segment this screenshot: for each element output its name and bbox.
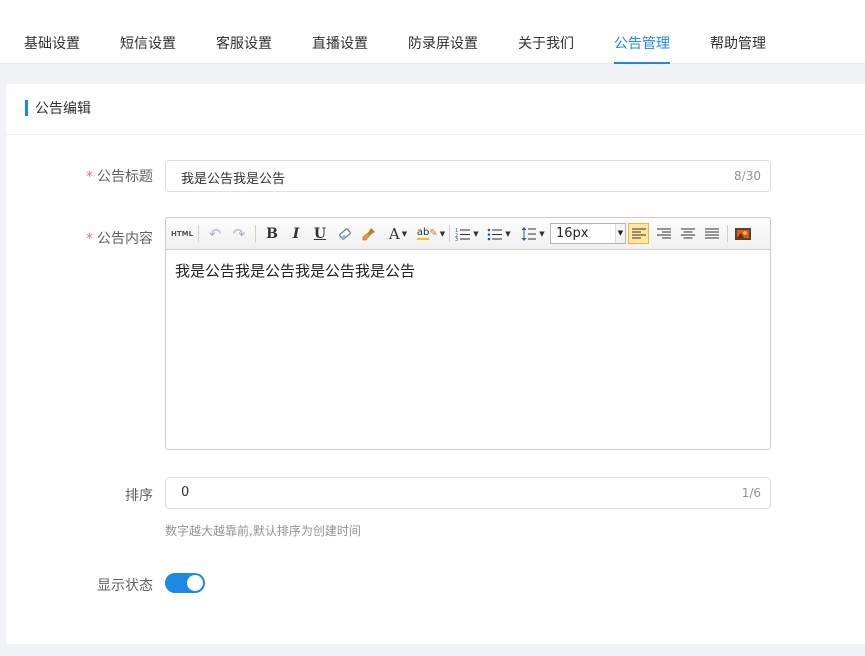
undo-icon[interactable]: ↶ — [206, 223, 224, 244]
tab-about-us[interactable]: 关于我们 — [518, 24, 574, 64]
tab-basic-settings[interactable]: 基础设置 — [24, 24, 80, 64]
announcement-edit-card: 公告编辑 * 公告标题 我是公告我是公告 8/30 * 公告内容 HTML ↶ ↷ … — [6, 84, 865, 644]
settings-tabs: 基础设置 短信设置 客服设置 直播设置 防录屏设置 关于我们 公告管理 帮助管理 — [24, 24, 806, 64]
svg-text:3: 3 — [455, 237, 458, 241]
toolbar-divider — [255, 225, 256, 242]
redo-icon[interactable]: ↷ — [230, 223, 248, 244]
sort-label: 排序 — [125, 488, 153, 504]
title-char-count: 8/30 — [734, 169, 761, 183]
tab-help-management[interactable]: 帮助管理 — [710, 24, 766, 64]
title-input-value: 我是公告我是公告 — [181, 172, 286, 187]
tab-customer-service-settings[interactable]: 客服设置 — [216, 24, 272, 64]
tab-announcement-management[interactable]: 公告管理 — [614, 24, 670, 64]
section-title: 公告编辑 — [35, 101, 91, 117]
sort-hint: 数字越大越靠前,默认排序为创建时间 — [165, 524, 361, 538]
bold-icon[interactable]: B — [263, 223, 281, 244]
editor-content[interactable]: 我是公告我是公告我是公告我是公告 — [175, 260, 415, 281]
editor-toolbar: HTML ↶ ↷ B I U A ▼ ab ✎ ▼ 1 2 3 ▼ ▼ ▼ 16… — [166, 218, 770, 250]
unordered-list-icon[interactable]: ▼ — [486, 223, 512, 244]
status-toggle[interactable] — [165, 573, 205, 593]
announcement-title-input[interactable]: 我是公告我是公告 8/30 — [165, 160, 771, 192]
font-size-select[interactable]: 16px ▼ — [550, 223, 626, 244]
required-asterisk: * — [86, 169, 93, 185]
align-right-icon[interactable] — [653, 223, 674, 244]
card-header: 公告编辑 — [6, 84, 865, 135]
toolbar-divider — [727, 225, 728, 242]
status-label: 显示状态 — [97, 578, 153, 594]
tab-live-settings[interactable]: 直播设置 — [312, 24, 368, 64]
font-size-value: 16px — [556, 226, 589, 241]
align-center-icon[interactable] — [677, 223, 698, 244]
eraser-icon[interactable] — [335, 223, 355, 244]
image-icon[interactable] — [733, 223, 753, 244]
align-justify-icon[interactable] — [701, 223, 722, 244]
required-asterisk: * — [86, 231, 93, 247]
italic-icon[interactable]: I — [287, 223, 305, 244]
section-accent-bar — [25, 100, 28, 116]
format-brush-icon[interactable] — [359, 223, 379, 244]
html-icon[interactable]: HTML — [171, 223, 193, 244]
tab-sms-settings[interactable]: 短信设置 — [120, 24, 176, 64]
top-tab-bar: 基础设置 短信设置 客服设置 直播设置 防录屏设置 关于我们 公告管理 帮助管理 — [0, 0, 865, 64]
line-height-icon[interactable]: ▼ — [519, 223, 547, 244]
sort-input[interactable]: 0 1/6 — [165, 477, 771, 509]
title-label: * 公告标题 — [86, 169, 153, 185]
tab-anti-recording-settings[interactable]: 防录屏设置 — [408, 24, 478, 64]
toggle-knob — [187, 575, 203, 591]
rich-text-editor: HTML ↶ ↷ B I U A ▼ ab ✎ ▼ 1 2 3 ▼ ▼ ▼ 16… — [165, 217, 771, 450]
toolbar-divider — [449, 225, 450, 242]
align-left-icon[interactable] — [628, 223, 649, 244]
font-color-icon[interactable]: A ▼ — [385, 223, 411, 244]
chevron-down-icon: ▼ — [615, 224, 625, 243]
highlight-icon[interactable]: ab ✎ ▼ — [416, 223, 445, 244]
content-label: * 公告内容 — [86, 231, 153, 247]
ordered-list-icon[interactable]: 1 2 3 ▼ — [454, 223, 480, 244]
sort-input-value: 0 — [181, 485, 190, 500]
underline-icon[interactable]: U — [311, 223, 329, 244]
toolbar-divider — [198, 225, 199, 242]
sort-char-count: 1/6 — [741, 486, 761, 500]
